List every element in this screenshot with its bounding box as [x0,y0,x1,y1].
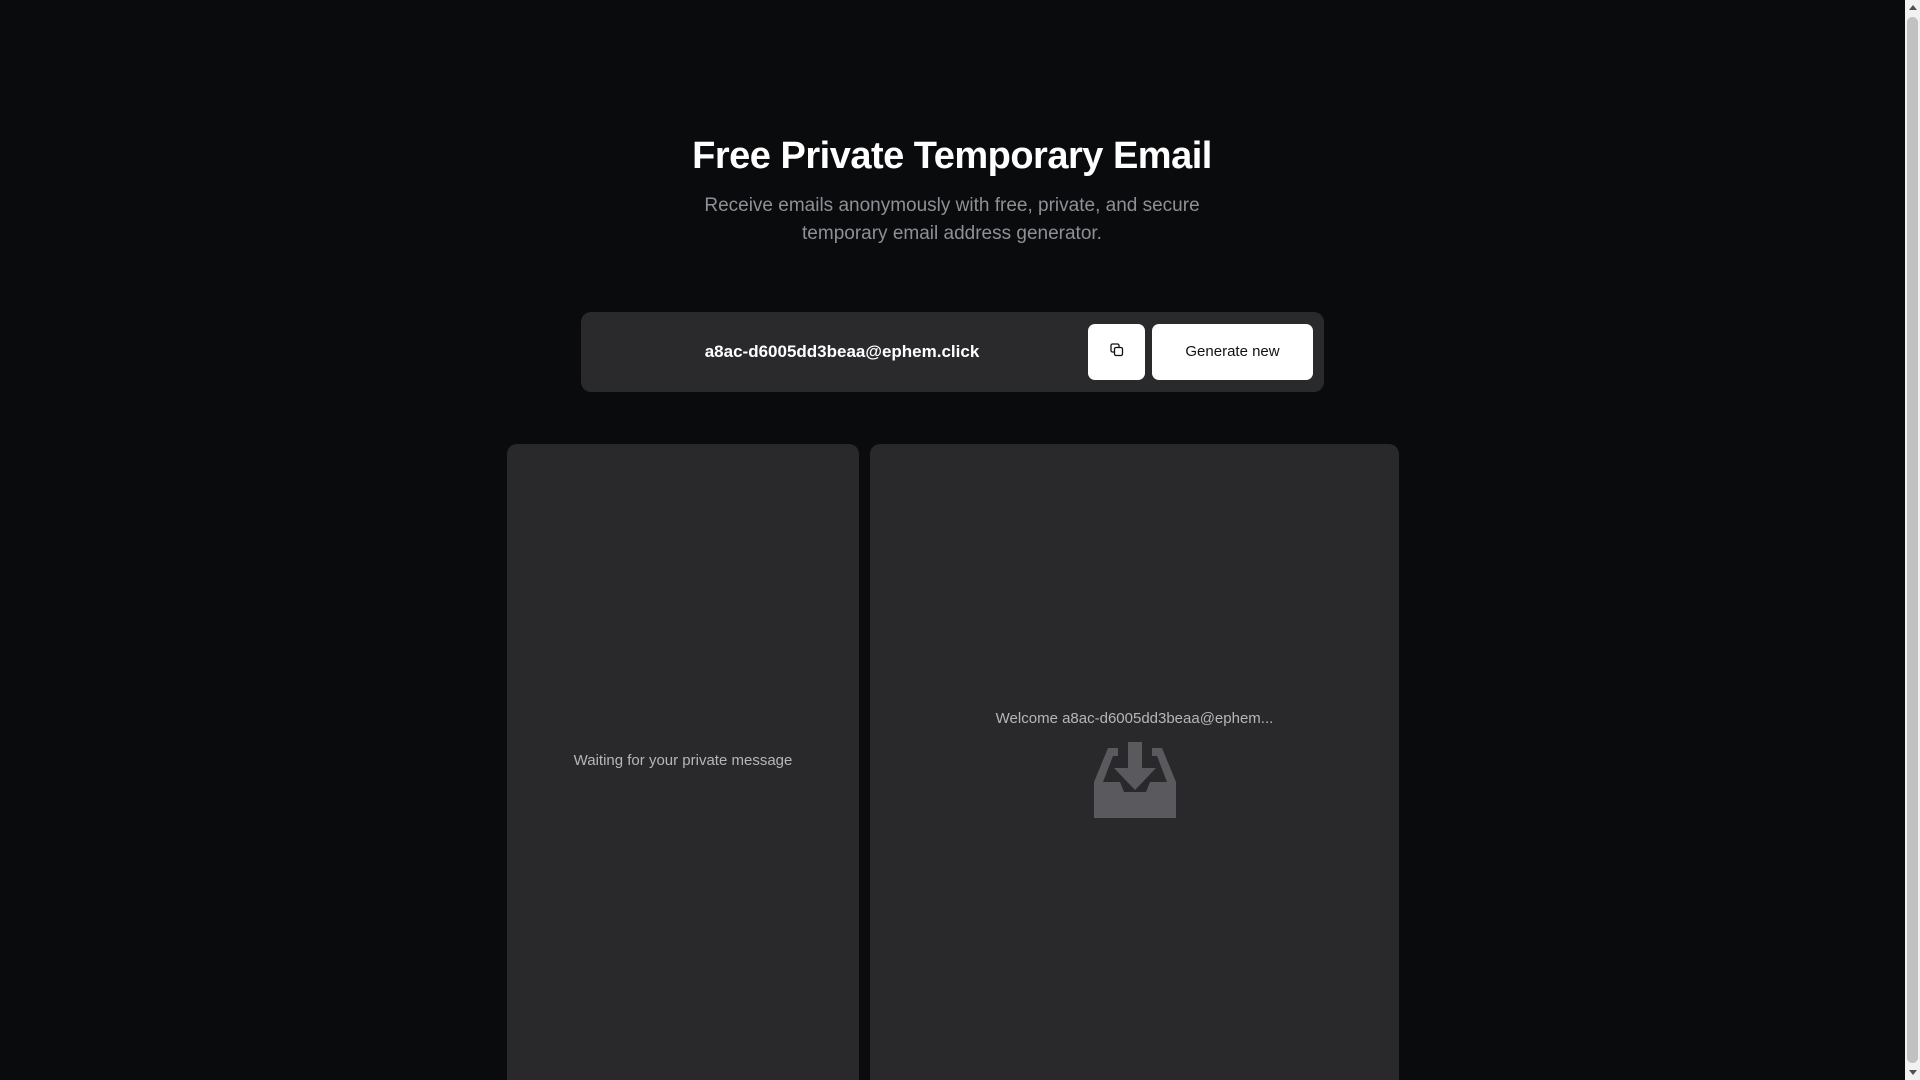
scroll-up-arrow-icon[interactable] [1905,0,1920,15]
temporary-email-address[interactable]: a8ac-d6005dd3beaa@ephem.click [581,312,1103,392]
hero-section: Free Private Temporary Email Receive ema… [0,132,1904,248]
page-subtitle: Receive emails anonymously with free, pr… [704,195,1200,244]
page-scrollbar[interactable] [1905,0,1920,1080]
copy-icon [1109,342,1124,362]
message-reader-panel: Welcome a8ac-d6005dd3beaa@ephem... [870,444,1399,1080]
inbox-empty-message: Waiting for your private message [573,752,793,769]
scroll-down-arrow-icon[interactable] [1905,1065,1920,1080]
copy-button[interactable] [1088,324,1145,380]
scrollbar-thumb[interactable] [1907,17,1918,1063]
page: Free Private Temporary Email Receive ema… [0,0,1920,1080]
generate-new-button[interactable]: Generate new [1152,324,1313,380]
inbox-download-icon [1094,742,1176,818]
email-address-bar: a8ac-d6005dd3beaa@ephem.click Generate n… [581,312,1324,392]
page-title: Free Private Temporary Email [692,135,1212,177]
inbox-list-panel: Waiting for your private message [507,444,859,1080]
welcome-message: Welcome a8ac-d6005dd3beaa@ephem... [995,710,1274,727]
